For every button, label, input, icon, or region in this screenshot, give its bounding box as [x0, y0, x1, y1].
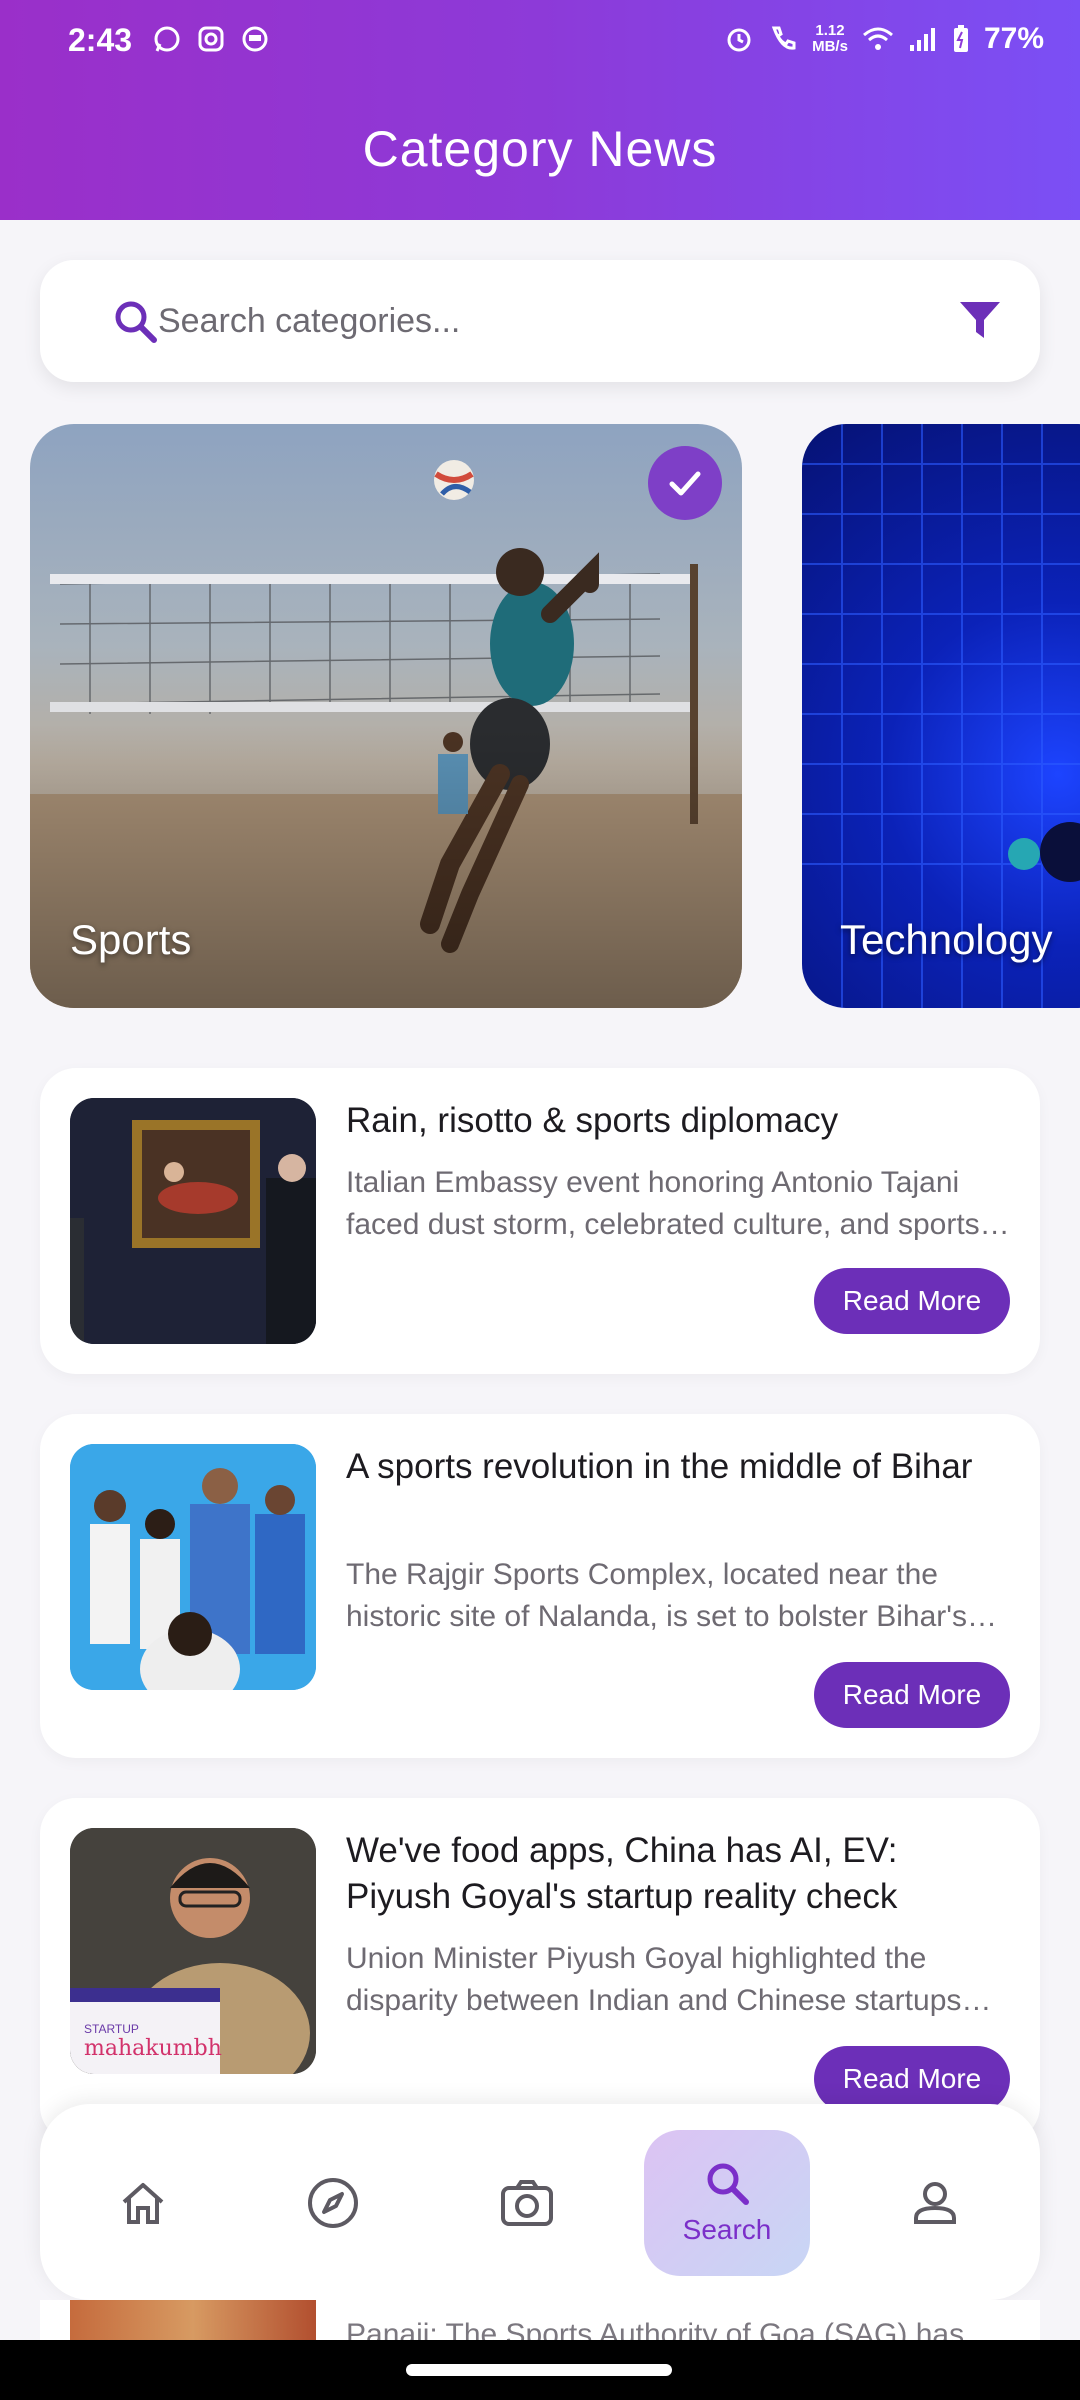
nav-explore[interactable] [250, 2130, 416, 2276]
system-navigation-bar [0, 2340, 1080, 2400]
status-bar: 2:43 1.12 MB/s 77% [0, 0, 1080, 84]
category-card-sports[interactable]: Sports [30, 424, 742, 1008]
category-label: Technology [840, 916, 1053, 963]
news-thumbnail [70, 2300, 316, 2340]
search-input[interactable] [158, 286, 938, 356]
thumbnail-startup-text: STARTUP [84, 2022, 139, 2036]
wifi-icon [862, 27, 893, 50]
instagram-icon [198, 26, 224, 52]
person-icon [914, 2182, 956, 2224]
read-more-button[interactable]: Read More [814, 2046, 1010, 2112]
thumbnail-mahakumbh-text: mahakumbh [84, 2036, 222, 2061]
news-description: The Rajgir Sports Complex, located near … [346, 1558, 968, 1633]
read-more-button[interactable]: Read More [814, 1662, 1010, 1728]
app-notification-icon [242, 26, 268, 52]
whatsapp-icon [154, 26, 180, 52]
selected-check-icon [648, 446, 722, 520]
news-card[interactable]: A sports revolution in the middle of Bih… [40, 1414, 1040, 1758]
search-bar [40, 260, 1040, 382]
category-label: Sports [70, 916, 192, 963]
search-icon [115, 301, 157, 343]
search-icon [707, 2163, 749, 2205]
network-speed: 1.12 MB/s [812, 22, 848, 55]
news-title: We've food apps, China has AI, EV: Piyus… [346, 1831, 898, 1916]
camera-icon [501, 2180, 553, 2226]
next-news-card-peek: Panaji: The Sports Authority of Goa (SAG… [40, 2300, 1040, 2340]
home-icon [122, 2183, 164, 2224]
call-icon [771, 26, 796, 50]
read-more-button[interactable]: Read More [814, 1268, 1010, 1334]
status-time: 2:43 [68, 22, 133, 58]
compass-icon [308, 2178, 358, 2228]
battery-icon [953, 25, 968, 52]
bottom-navigation: Search [40, 2104, 1040, 2300]
news-description: Italian Embassy event honoring Antonio T… [346, 1166, 980, 1241]
category-card-technology[interactable]: Technology [802, 424, 1080, 1008]
notification-icons [152, 24, 270, 54]
news-card[interactable]: Rain, risotto & sports diplomacy Italian… [40, 1068, 1040, 1374]
nav-search[interactable]: Search [644, 2130, 810, 2276]
news-title: Rain, risotto & sports diplomacy [346, 1101, 839, 1140]
alarm-icon [727, 28, 751, 52]
filter-icon[interactable] [958, 298, 1002, 342]
news-card[interactable]: STARTUP mahakumbh We've food apps, China… [40, 1798, 1040, 2142]
news-thumbnail: STARTUP mahakumbh [70, 1828, 316, 2074]
nav-search-label: Search [682, 2214, 772, 2245]
page-title: Category News [362, 121, 718, 177]
nav-profile[interactable] [852, 2130, 1018, 2276]
nav-home[interactable] [60, 2130, 226, 2276]
news-description: Union Minister Piyush Goyal highlighted … [346, 1942, 962, 2017]
news-thumbnail [70, 1444, 316, 1690]
signal-icon [909, 28, 935, 51]
battery-level: 77% [983, 22, 1044, 55]
news-title: A sports revolution in the middle of Bih… [346, 1447, 973, 1486]
home-gesture-pill[interactable] [406, 2364, 672, 2376]
news-description: Panaji: The Sports Authority of Goa (SAG… [346, 2318, 965, 2340]
nav-camera[interactable] [444, 2130, 610, 2276]
app-header: 2:43 1.12 MB/s 77% Category News [0, 0, 1080, 220]
system-icons: 1.12 MB/s 77% [724, 22, 1044, 56]
news-thumbnail [70, 1098, 316, 1344]
